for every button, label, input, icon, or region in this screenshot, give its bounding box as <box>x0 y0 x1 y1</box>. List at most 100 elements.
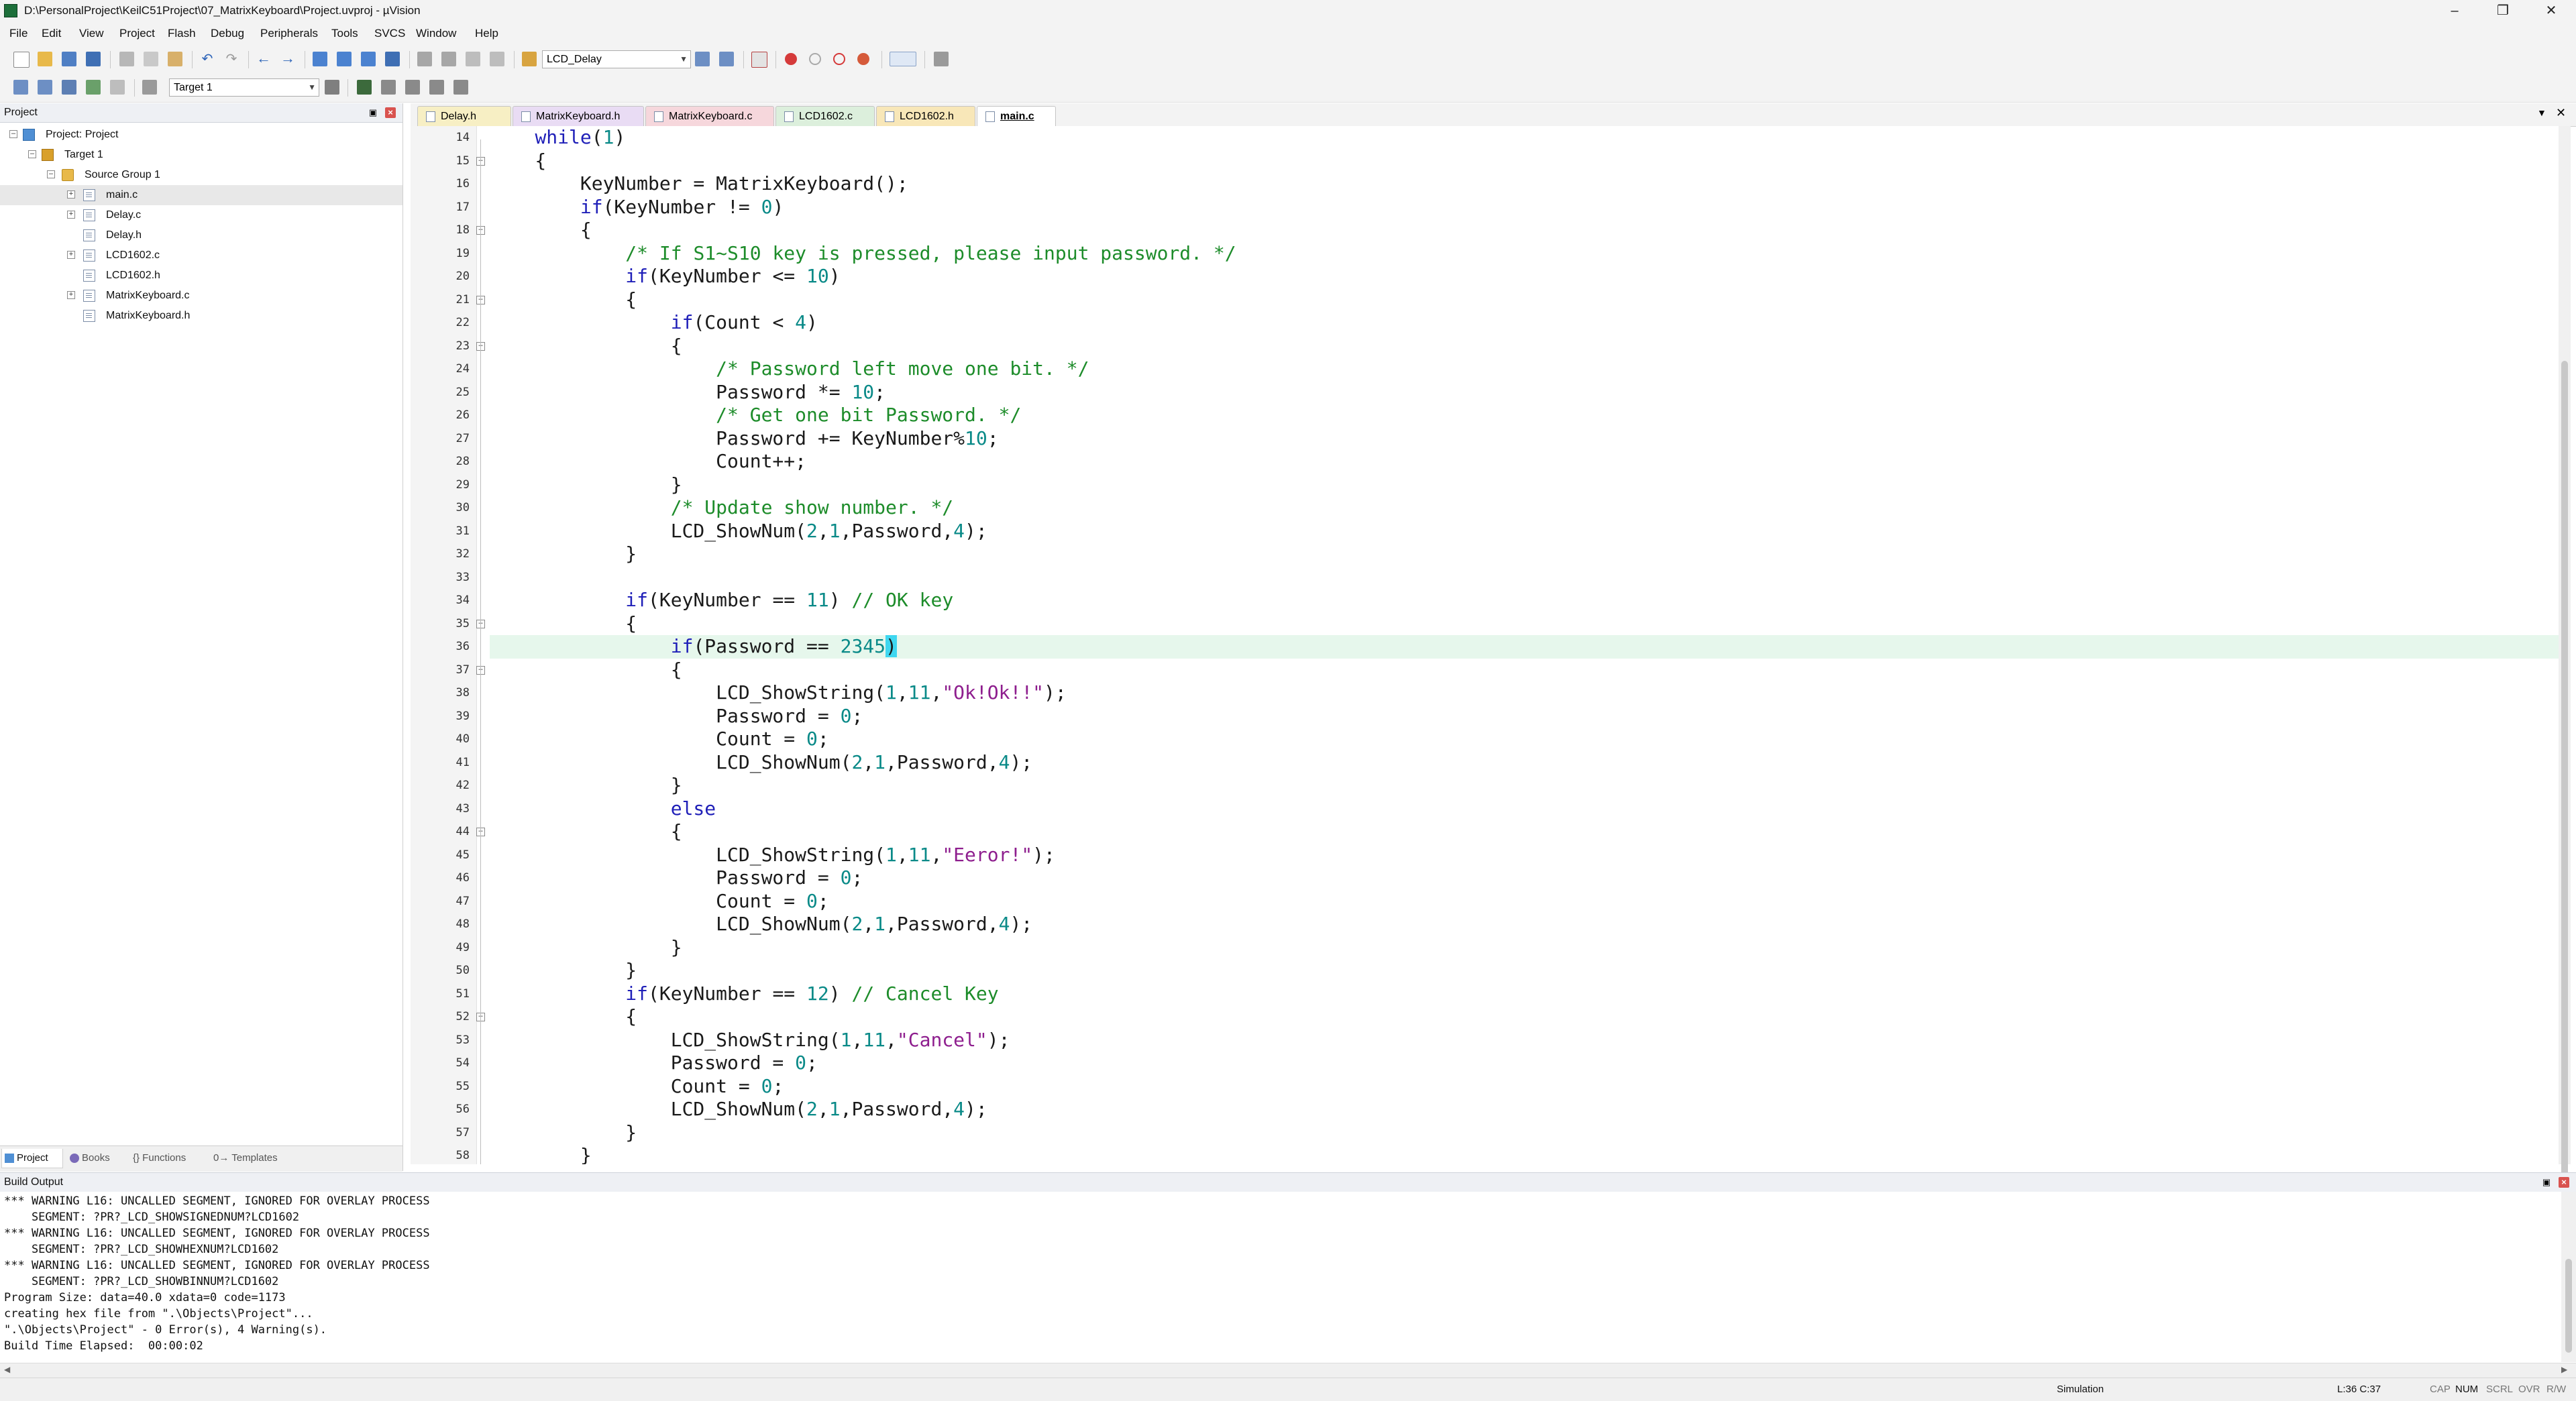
editor-vertical-scrollbar[interactable] <box>2559 126 2571 1226</box>
uncomment-icon[interactable] <box>490 52 504 66</box>
enable-breakpoint-icon[interactable] <box>809 53 821 65</box>
close-panel-icon[interactable]: × <box>385 107 396 118</box>
tree-project-root[interactable]: – Project: Project <box>0 125 402 145</box>
code-line[interactable]: { <box>490 335 2563 358</box>
code-line[interactable]: Password = 0; <box>490 705 2563 728</box>
code-line[interactable]: KeyNumber = MatrixKeyboard(); <box>490 172 2563 196</box>
code-line[interactable]: if(KeyNumber != 0) <box>490 196 2563 219</box>
code-line[interactable]: if(KeyNumber == 12) // Cancel Key <box>490 983 2563 1006</box>
editor-tab[interactable]: Delay.h <box>417 106 511 126</box>
code-line[interactable]: if(KeyNumber == 11) // OK key <box>490 589 2563 612</box>
insert-bookmark-icon[interactable] <box>313 52 327 66</box>
build-icon[interactable] <box>38 80 52 95</box>
save-all-icon[interactable] <box>86 52 101 66</box>
build-output-pane[interactable]: *** WARNING L16: UNCALLED SEGMENT, IGNOR… <box>0 1192 2561 1362</box>
code-line[interactable]: LCD_ShowNum(2,1,Password,4); <box>490 913 2563 936</box>
tree-file[interactable]: Delay.h <box>0 225 402 245</box>
save-icon[interactable] <box>62 52 76 66</box>
manage-pack-icon[interactable] <box>429 80 444 95</box>
batch-build-icon[interactable] <box>86 80 101 95</box>
pin-icon[interactable]: ▣ <box>2541 1177 2552 1188</box>
code-line[interactable]: Password += KeyNumber%10; <box>490 427 2563 451</box>
code-line[interactable]: else <box>490 797 2563 821</box>
find-combo[interactable]: LCD_Delay ▼ <box>542 50 691 68</box>
find-icon[interactable] <box>695 52 710 66</box>
code-line[interactable]: if(Count < 4) <box>490 311 2563 335</box>
code-line[interactable]: /* Password left move one bit. */ <box>490 357 2563 381</box>
rte-icon[interactable] <box>453 80 468 95</box>
scroll-right-icon[interactable]: ▶ <box>2561 1365 2567 1374</box>
indent-icon[interactable] <box>417 52 432 66</box>
cut-icon[interactable] <box>119 52 134 66</box>
expand-icon[interactable]: + <box>67 291 75 299</box>
navigate-back-icon[interactable]: ← <box>256 51 271 66</box>
insert-breakpoint-icon[interactable] <box>785 53 797 65</box>
code-line[interactable]: LCD_ShowString(1,11,"Ok!Ok!!"); <box>490 681 2563 705</box>
stop-build-icon[interactable] <box>110 80 125 95</box>
unindent-icon[interactable] <box>441 52 456 66</box>
code-line[interactable]: { <box>490 219 2563 242</box>
code-line[interactable]: LCD_ShowNum(2,1,Password,4); <box>490 1098 2563 1121</box>
tree-file[interactable]: + Delay.c <box>0 205 402 225</box>
code-line[interactable]: /* If S1~S10 key is pressed, please inpu… <box>490 242 2563 266</box>
expand-icon[interactable]: + <box>67 251 75 259</box>
menu-help[interactable]: Help <box>475 27 498 40</box>
collapse-icon[interactable]: – <box>47 170 55 178</box>
tab-functions[interactable]: {} Functions <box>127 1149 213 1168</box>
scroll-left-icon[interactable]: ◀ <box>4 1365 10 1374</box>
tab-templates[interactable]: 0→ Templates <box>208 1149 297 1168</box>
menu-project[interactable]: Project <box>119 27 155 40</box>
scrollbar-thumb[interactable] <box>2561 361 2568 1226</box>
tab-list-dropdown-icon[interactable]: ▼ <box>2537 107 2546 118</box>
new-file-icon[interactable] <box>13 52 30 68</box>
manage-components-icon[interactable] <box>381 80 396 95</box>
tree-file[interactable]: + LCD1602.c <box>0 245 402 266</box>
tab-project[interactable]: Project <box>1 1149 63 1168</box>
undo-icon[interactable]: ↶ <box>200 52 215 66</box>
tree-source-group[interactable]: – Source Group 1 <box>0 165 402 185</box>
incremental-find-icon[interactable] <box>719 52 734 66</box>
code-line[interactable]: } <box>490 936 2563 960</box>
clear-bookmarks-icon[interactable] <box>385 52 400 66</box>
menu-flash[interactable]: Flash <box>168 27 196 40</box>
download-icon[interactable] <box>142 80 157 95</box>
menu-file[interactable]: File <box>9 27 28 40</box>
editor-tab[interactable]: LCD1602.h <box>876 106 975 126</box>
tree-file[interactable]: LCD1602.h <box>0 266 402 286</box>
build-output-vertical-scrollbar[interactable] <box>2561 1192 2576 1362</box>
code-line[interactable]: Password = 0; <box>490 866 2563 890</box>
tree-file[interactable]: + MatrixKeyboard.c <box>0 286 402 306</box>
code-line[interactable]: Count = 0; <box>490 1075 2563 1099</box>
close-window-button[interactable]: ✕ <box>2521 0 2576 21</box>
file-extensions-icon[interactable] <box>357 80 372 95</box>
menu-edit[interactable]: Edit <box>42 27 61 40</box>
configure-icon[interactable] <box>934 52 949 66</box>
menu-view[interactable]: View <box>79 27 104 40</box>
code-area[interactable]: while(1) { KeyNumber = MatrixKeyboard();… <box>490 126 2563 1164</box>
code-line[interactable]: } <box>490 543 2563 566</box>
code-line[interactable]: { <box>490 820 2563 844</box>
code-line[interactable]: LCD_ShowNum(2,1,Password,4); <box>490 520 2563 543</box>
code-line[interactable]: while(1) <box>490 126 2563 150</box>
menu-debug[interactable]: Debug <box>211 27 244 40</box>
code-line[interactable]: } <box>490 774 2563 797</box>
editor-tab-active[interactable]: main.c <box>977 106 1056 126</box>
code-line[interactable]: Password = 0; <box>490 1052 2563 1075</box>
next-bookmark-icon[interactable] <box>361 52 376 66</box>
open-file-icon[interactable] <box>38 52 52 66</box>
comment-icon[interactable] <box>466 52 480 66</box>
kill-breakpoints-icon[interactable] <box>857 53 869 65</box>
close-panel-icon[interactable]: × <box>2559 1177 2569 1188</box>
editor-tab[interactable]: LCD1602.c <box>775 106 875 126</box>
code-line[interactable]: Password *= 10; <box>490 381 2563 404</box>
target-options-icon[interactable] <box>325 80 339 95</box>
code-line[interactable]: } <box>490 473 2563 497</box>
expand-icon[interactable]: + <box>67 190 75 199</box>
code-line[interactable]: } <box>490 1144 2563 1164</box>
tree-file[interactable]: + main.c <box>0 185 402 205</box>
pin-icon[interactable]: ▣ <box>368 107 378 118</box>
navigate-forward-icon[interactable]: → <box>280 51 295 66</box>
translate-icon[interactable] <box>13 80 28 95</box>
code-line[interactable]: if(KeyNumber <= 10) <box>490 265 2563 288</box>
close-editor-icon[interactable]: ✕ <box>2556 106 2566 120</box>
